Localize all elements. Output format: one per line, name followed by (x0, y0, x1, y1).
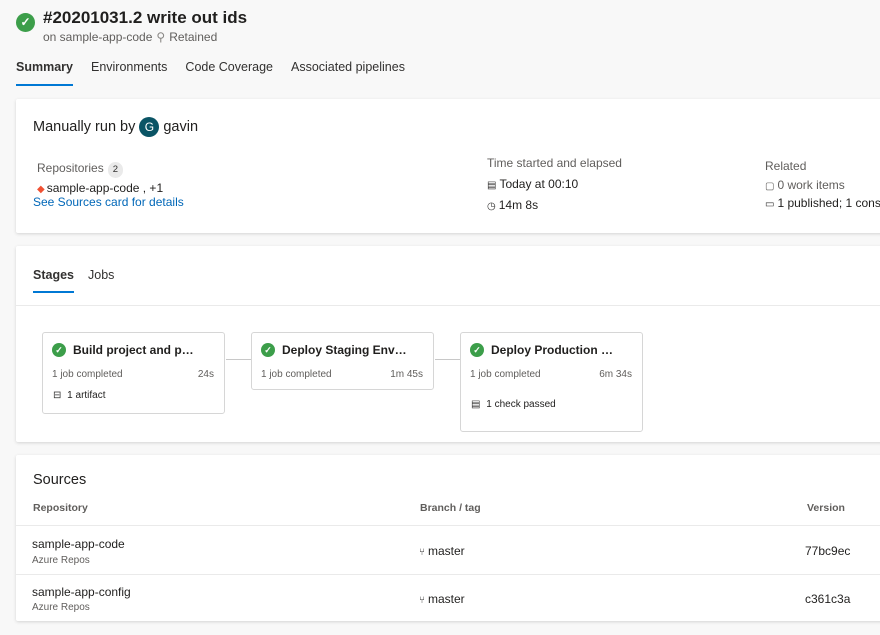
published-link[interactable]: 1 published; 1 consu (777, 196, 880, 210)
stage-artifact-link[interactable]: 1 artifact (67, 390, 105, 401)
tab-associated-pipelines[interactable]: Associated pipelines (291, 60, 405, 86)
run-title: #20201031.2 write out ids (43, 8, 248, 27)
stages-jobs-tabs: Stages Jobs (33, 268, 128, 293)
stage-checks-link[interactable]: 1 check passed (486, 399, 556, 410)
commit-version[interactable]: 77bc9ec (805, 544, 850, 558)
stage-jobs: 1 job completed (470, 369, 541, 380)
run-subtitle: on sample-app-code ⚲ Retained (43, 30, 217, 44)
user-name[interactable]: gavin (163, 119, 198, 135)
branch-icon: ⑂ (419, 547, 425, 558)
stage-jobs: 1 job completed (261, 369, 332, 380)
work-items-link[interactable]: 0 work items (777, 178, 844, 192)
retained-label: Retained (169, 30, 218, 44)
branch-name[interactable]: master (428, 592, 465, 606)
stage-success-icon: ✓ (470, 343, 484, 357)
repo-name[interactable]: sample-app-config (32, 585, 131, 599)
stages-card: Stages Jobs ✓ Build project and p… 1 job… (16, 246, 880, 442)
repositories-count: 2 (107, 162, 123, 178)
stage-success-icon: ✓ (261, 343, 275, 357)
summary-card: Manually run by G gavin Repositories 2 ◆ s… (16, 99, 880, 233)
stage-build[interactable]: ✓ Build project and p… 1 job completed 2… (42, 332, 225, 414)
time-section: Time started and elapsed ▤ Today at 00:10… (487, 156, 622, 212)
col-repository: Repository (33, 502, 88, 514)
avatar[interactable]: G (139, 117, 160, 137)
calendar-icon: ▤ (487, 180, 497, 191)
work-item-icon: ▢ (765, 181, 775, 192)
git-repo-icon: ◆ (37, 184, 45, 195)
run-by-prefix: Manually run by (33, 119, 136, 135)
sources-title: Sources (33, 472, 87, 488)
branch-name[interactable]: master (428, 544, 465, 558)
stage-connector (435, 359, 461, 360)
related-section: Related ▢ 0 work items ▭ 1 published; 1 co… (765, 159, 880, 210)
elapsed-value: 14m 8s (498, 198, 539, 212)
repo-name[interactable]: sample-app-code (47, 181, 140, 195)
sources-card: Sources Repository Branch / tag Version … (16, 455, 880, 621)
tab-jobs[interactable]: Jobs (88, 268, 114, 293)
repo-type: Azure Repos (32, 555, 90, 566)
time-label: Time started and elapsed (487, 156, 622, 170)
col-branch: Branch / tag (420, 502, 481, 514)
pin-icon: ⚲ (156, 30, 166, 44)
col-version: Version (807, 502, 845, 514)
repo-name[interactable]: sample-app-code (32, 537, 125, 551)
tab-code-coverage[interactable]: Code Coverage (185, 60, 273, 86)
stage-name: Deploy Staging Env… (282, 343, 407, 357)
success-check-icon: ✓ (16, 13, 35, 32)
row-divider (16, 574, 880, 575)
stage-deploy-staging[interactable]: ✓ Deploy Staging Env… 1 job completed 1m… (251, 332, 434, 390)
stage-duration: 24s (197, 369, 214, 380)
repositories-label: Repositories (37, 161, 104, 175)
stage-deploy-production[interactable]: ✓ Deploy Production … 1 job completed 6m… (460, 332, 643, 432)
tab-summary[interactable]: Summary (16, 60, 73, 86)
sources-link[interactable]: See Sources card for details (33, 195, 184, 209)
artifact-icon: ⊟ (53, 390, 62, 401)
run-by: Manually run by G gavin (33, 117, 198, 137)
commit-version[interactable]: c361c3a (805, 592, 850, 606)
stage-name: Deploy Production … (491, 343, 614, 357)
checklist-icon: ▤ (471, 399, 481, 410)
artifact-icon: ▭ (765, 199, 775, 210)
branch-label: on sample-app-code (43, 30, 153, 44)
stage-duration: 6m 34s (599, 369, 632, 380)
related-label: Related (765, 159, 807, 173)
divider (16, 305, 880, 306)
stage-connector (226, 359, 252, 360)
tab-environments[interactable]: Environments (91, 60, 167, 86)
run-tabs: Summary Environments Code Coverage Assoc… (16, 60, 423, 86)
row-divider (16, 525, 880, 526)
clock-icon: ◷ (487, 201, 496, 212)
stage-jobs: 1 job completed (52, 369, 123, 380)
tab-stages[interactable]: Stages (33, 268, 74, 293)
repo-extra: , +1 (142, 181, 164, 195)
repositories-section: Repositories 2 ◆ sample-app-code , +1 (37, 161, 163, 195)
branch-icon: ⑂ (419, 595, 425, 606)
stage-duration: 1m 45s (390, 369, 423, 380)
repo-type: Azure Repos (32, 602, 90, 613)
started-value: Today at 00:10 (499, 177, 579, 191)
stage-name: Build project and p… (73, 343, 194, 357)
stage-success-icon: ✓ (52, 343, 66, 357)
